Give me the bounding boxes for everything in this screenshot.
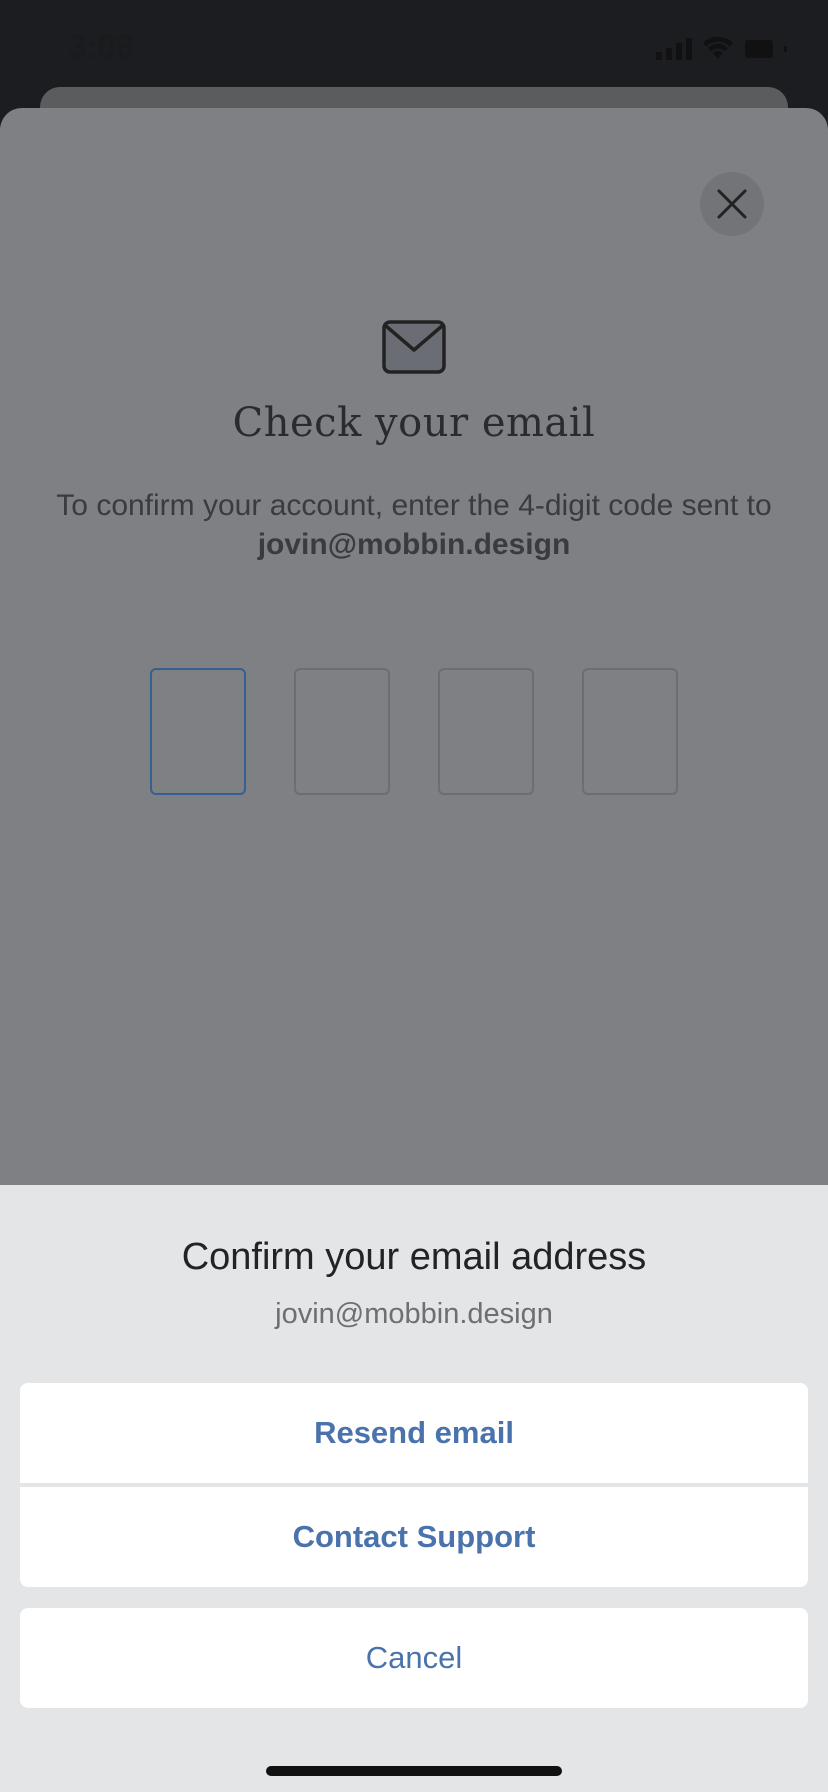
mail-icon	[382, 320, 446, 374]
resend-email-button[interactable]: Resend email	[20, 1383, 808, 1483]
wifi-icon	[703, 37, 733, 59]
code-digit-4[interactable]	[582, 668, 678, 795]
battery-icon	[745, 40, 787, 58]
signal-icon	[656, 38, 692, 60]
home-indicator[interactable]	[266, 1766, 562, 1776]
code-digit-2[interactable]	[294, 668, 390, 795]
page-title: Check your email	[232, 400, 596, 446]
recipient-email: jovin@mobbin.design	[257, 528, 571, 561]
status-icons	[656, 36, 796, 62]
code-input-group	[0, 668, 828, 796]
action-sheet-title: Confirm your email address	[181, 1236, 647, 1278]
action-sheet-options: Resend email Contact Support	[20, 1383, 808, 1587]
contact-support-button[interactable]: Contact Support	[20, 1487, 808, 1587]
close-button[interactable]	[700, 172, 764, 236]
action-sheet-email: jovin@mobbin.design	[275, 1298, 553, 1330]
cancel-button[interactable]: Cancel	[20, 1608, 808, 1708]
status-bar: 3:08	[0, 0, 828, 100]
close-icon	[717, 189, 747, 219]
code-digit-3[interactable]	[438, 668, 534, 795]
code-digit-1[interactable]	[150, 668, 246, 795]
instructions-text: To confirm your account, enter the 4-dig…	[56, 489, 772, 522]
status-time: 3:08	[68, 28, 135, 65]
